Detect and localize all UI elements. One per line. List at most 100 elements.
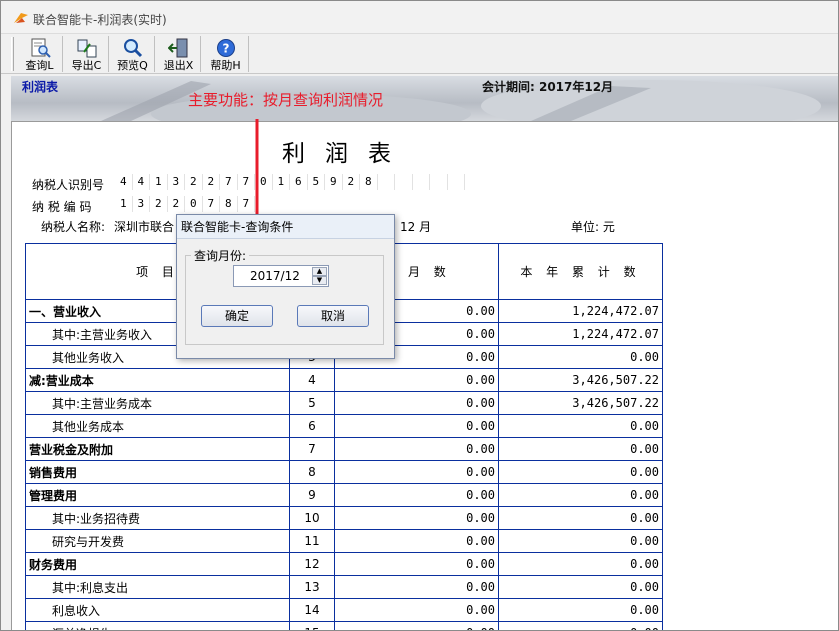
preview-button-label: 预览Q [117, 59, 148, 72]
digit-cell [448, 174, 465, 190]
row-ytd: 0.00 [498, 621, 663, 630]
query-document-icon [31, 38, 51, 58]
help-button[interactable]: ? 帮助H [203, 36, 249, 72]
query-month-spinner[interactable]: 2017/12 ▲ ▼ [233, 265, 329, 287]
exit-door-icon [167, 38, 187, 58]
taxpayer-name-label: 纳税人名称: [41, 220, 106, 234]
query-conditions-dialog: 联合智能卡-查询条件 查询月份: 2017/12 ▲ ▼ 确定 取消 [176, 214, 395, 359]
row-item: 其中:利息支出 [25, 575, 290, 599]
row-current-month: 0.00 [334, 598, 499, 622]
digit-cell: 2 [150, 196, 168, 212]
digit-cell: 6 [290, 174, 308, 190]
window-title: 联合智能卡-利润表(实时) [33, 13, 167, 27]
row-item: 管理费用 [25, 483, 290, 507]
ok-button[interactable]: 确定 [201, 305, 273, 327]
app-logo-icon [14, 13, 28, 23]
row-ytd: 0.00 [498, 598, 663, 622]
row-current-month: 0.00 [334, 368, 499, 392]
help-button-label: 帮助H [210, 59, 241, 72]
cancel-button[interactable]: 取消 [297, 305, 369, 327]
row-current-month: 0.00 [334, 529, 499, 553]
digit-cell: 2 [203, 174, 220, 190]
digit-cell: 1 [273, 174, 290, 190]
spinner-buttons: ▲ ▼ [312, 267, 327, 285]
row-item: 汇兑净损失 [25, 621, 290, 630]
row-current-month: 0.00 [334, 460, 499, 484]
report-paper: 利润表 纳税人识别号 441322770165928 纳 税 编 码 13220… [11, 121, 838, 630]
preview-button[interactable]: 预览Q [111, 36, 155, 72]
row-line-number: 8 [289, 460, 335, 484]
digit-cell: 2 [185, 174, 203, 190]
table-row: 其中:业务招待费 10 0.00 0.00 [25, 506, 663, 530]
row-item: 研究与开发费 [25, 529, 290, 553]
row-current-month: 0.00 [334, 552, 499, 576]
exit-button[interactable]: 退出X [157, 36, 201, 72]
digit-cell: 1 [150, 174, 168, 190]
row-line-number: 11 [289, 529, 335, 553]
digit-cell: 5 [308, 174, 325, 190]
report-title: 利润表 [282, 141, 411, 167]
table-row: 销售费用 8 0.00 0.00 [25, 460, 663, 484]
row-current-month: 0.00 [334, 483, 499, 507]
spin-down-icon[interactable]: ▼ [312, 276, 327, 285]
row-item: 其他业务成本 [25, 414, 290, 438]
digit-cell [430, 174, 448, 190]
row-ytd: 3,426,507.22 [498, 368, 663, 392]
row-ytd: 0.00 [498, 529, 663, 553]
row-current-month: 0.00 [334, 414, 499, 438]
table-row: 营业税金及附加 7 0.00 0.00 [25, 437, 663, 461]
spin-up-icon[interactable]: ▲ [312, 267, 327, 276]
row-line-number: 7 [289, 437, 335, 461]
main-window: 联合智能卡-利润表(实时) 查询L 导出C 预览Q 退出X ? 帮助H 利润表 … [0, 0, 839, 631]
digit-cell: 0 [185, 196, 203, 212]
table-row: 利息收入 14 0.00 0.00 [25, 598, 663, 622]
report-banner: 利润表 会计期间: 2017年12月 主要功能：按月查询利润情况 [11, 76, 838, 121]
row-line-number: 12 [289, 552, 335, 576]
row-line-number: 9 [289, 483, 335, 507]
digit-cell [413, 174, 430, 190]
digit-cell: 9 [325, 174, 343, 190]
query-button[interactable]: 查询L [17, 36, 63, 72]
row-ytd: 1,224,472.07 [498, 299, 663, 323]
row-ytd: 1,224,472.07 [498, 322, 663, 346]
digit-cell: 8 [220, 196, 238, 212]
table-row: 其中:主营业务成本 5 0.00 3,426,507.22 [25, 391, 663, 415]
row-current-month: 0.00 [334, 621, 499, 630]
row-item: 销售费用 [25, 460, 290, 484]
dialog-title: 联合智能卡-查询条件 [177, 215, 394, 239]
digit-cell: 4 [115, 174, 133, 190]
row-ytd: 0.00 [498, 414, 663, 438]
row-ytd: 3,426,507.22 [498, 391, 663, 415]
digit-cell: 7 [203, 196, 220, 212]
tax-code-digits: 13220787 [115, 196, 255, 212]
query-button-label: 查询L [25, 59, 54, 72]
row-item: 利息收入 [25, 598, 290, 622]
row-line-number: 10 [289, 506, 335, 530]
row-current-month: 0.00 [334, 391, 499, 415]
month-text: 12 月 [400, 220, 432, 234]
query-month-value[interactable]: 2017/12 [250, 269, 300, 283]
row-ytd: 0.00 [498, 575, 663, 599]
annotation-text: 主要功能：按月查询利润情况 [188, 91, 384, 109]
row-line-number: 15 [289, 621, 335, 630]
export-button[interactable]: 导出C [65, 36, 109, 72]
taxpayer-name: 深圳市联合 [114, 220, 175, 234]
row-ytd: 0.00 [498, 460, 663, 484]
table-row: 汇兑净损失150.000.00 [25, 621, 663, 630]
table-row: 财务费用 12 0.00 0.00 [25, 552, 663, 576]
table-row: 其他业务成本 6 0.00 0.00 [25, 414, 663, 438]
row-current-month: 0.00 [334, 575, 499, 599]
unit-label: 单位: 元 [571, 220, 615, 234]
toolbar-grip[interactable] [11, 37, 14, 71]
row-item: 营业税金及附加 [25, 437, 290, 461]
row-item: 其中:业务招待费 [25, 506, 290, 530]
row-item: 财务费用 [25, 552, 290, 576]
svg-text:?: ? [222, 42, 229, 56]
table-row: 减:营业成本 4 0.00 3,426,507.22 [25, 368, 663, 392]
digit-cell: 2 [343, 174, 360, 190]
taxpayer-id-digits: 441322770165928 [115, 174, 465, 190]
row-ytd: 0.00 [498, 345, 663, 369]
preview-magnifier-icon [123, 39, 142, 58]
row-ytd: 0.00 [498, 506, 663, 530]
export-button-label: 导出C [71, 59, 102, 72]
